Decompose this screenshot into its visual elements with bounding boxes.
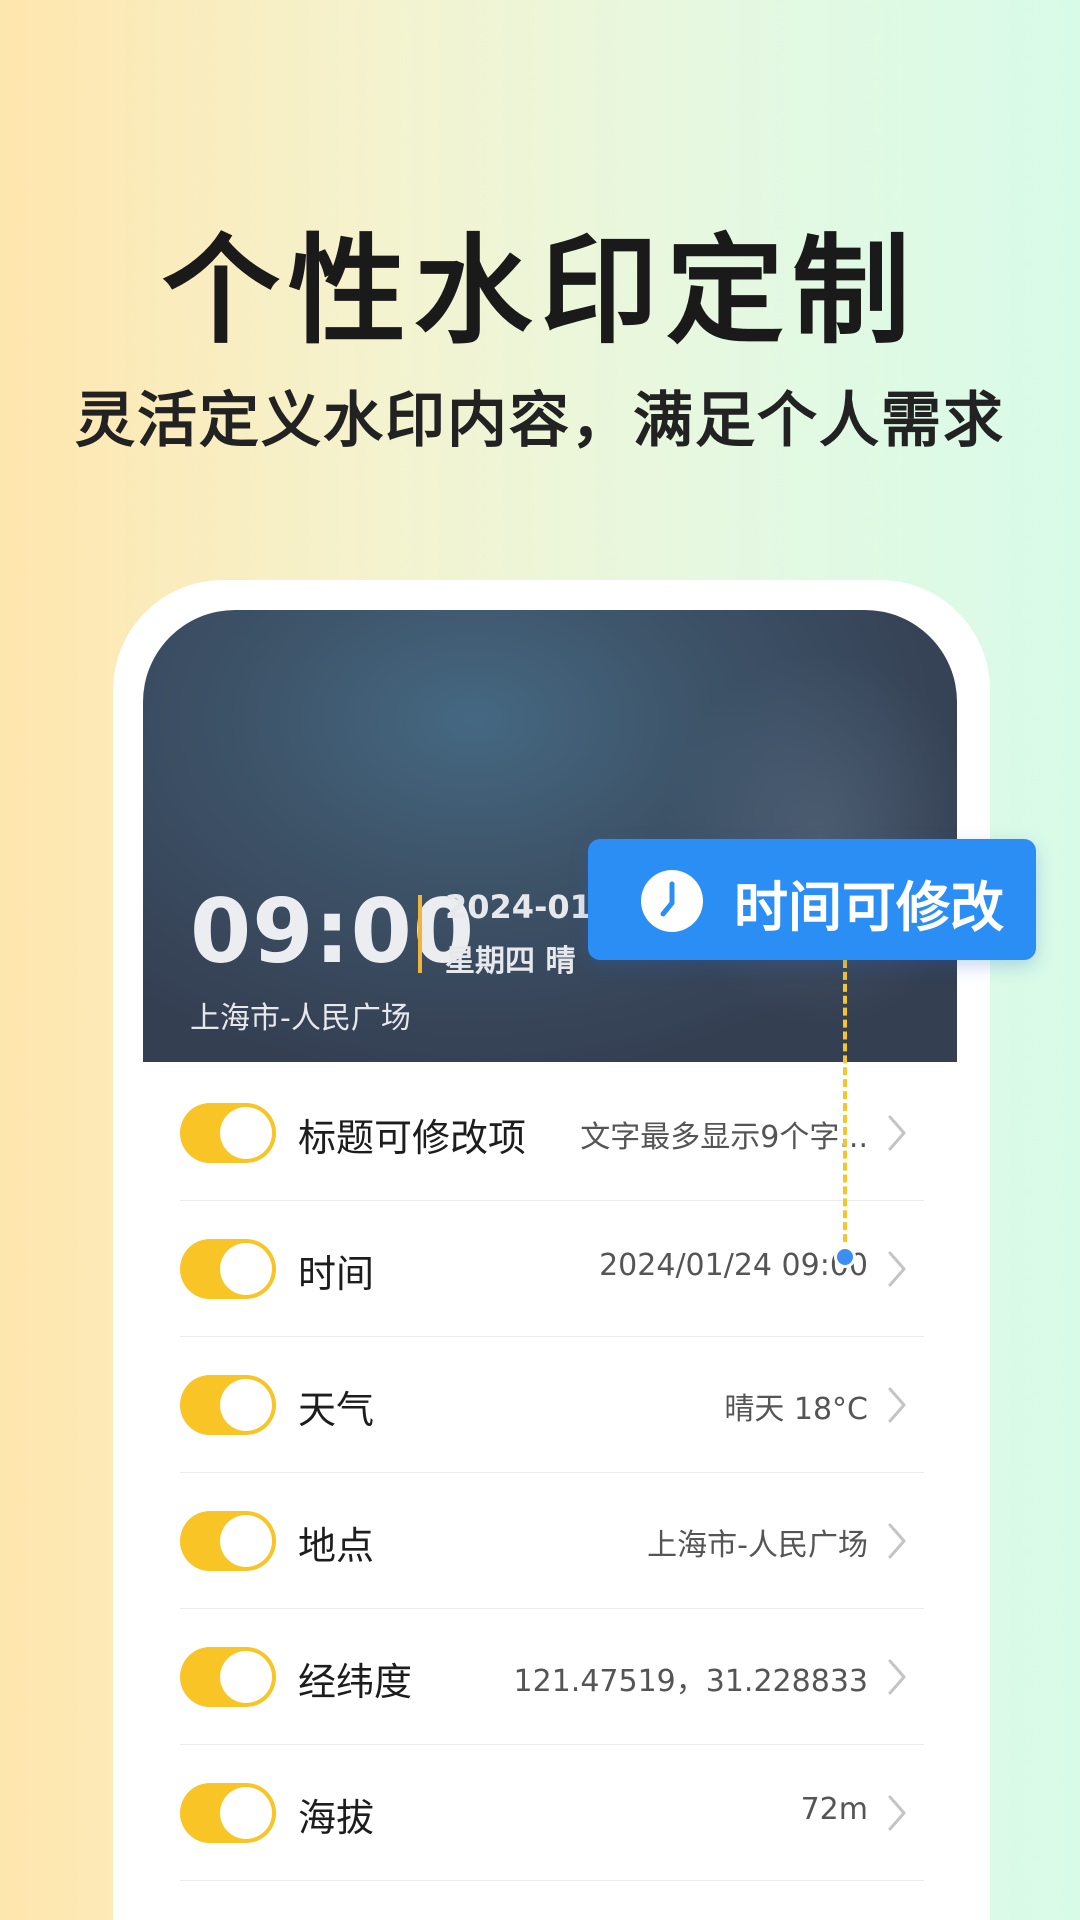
settings-list: 标题可修改项 文字最多显示9个字... 时间 2024/01/24 09:00 … bbox=[180, 1065, 924, 1881]
clock-icon bbox=[641, 870, 703, 932]
row-label: 地点 bbox=[298, 1524, 375, 1568]
toggle-knob bbox=[220, 1651, 272, 1703]
row-value: 晴天 18°C bbox=[724, 1392, 868, 1427]
guide-dot bbox=[834, 1246, 856, 1268]
row-value: 文字最多显示9个字... bbox=[580, 1120, 868, 1155]
toggle-knob bbox=[220, 1107, 272, 1159]
row-label: 经纬度 bbox=[298, 1660, 413, 1704]
tooltip-text: 时间可修改 bbox=[734, 876, 1004, 939]
toggle-knob bbox=[220, 1787, 272, 1839]
settings-row-time[interactable]: 时间 2024/01/24 09:00 bbox=[180, 1201, 924, 1337]
watermark-time: 09:00 bbox=[190, 880, 476, 983]
settings-row-coordinates[interactable]: 经纬度 121.47519，31.228833 bbox=[180, 1609, 924, 1745]
toggle-knob bbox=[220, 1515, 272, 1567]
row-value: 上海市-人民广场 bbox=[647, 1528, 868, 1563]
chevron-right-icon[interactable] bbox=[886, 1657, 908, 1697]
chevron-right-icon[interactable] bbox=[886, 1385, 908, 1425]
watermark-location: 上海市-人民广场 bbox=[190, 1001, 411, 1036]
settings-row-altitude[interactable]: 海拔 72m bbox=[180, 1745, 924, 1881]
toggle-switch[interactable] bbox=[180, 1511, 276, 1571]
promo-headline: 个性水印定制 bbox=[161, 222, 918, 360]
promo-subhead: 灵活定义水印内容，满足个人需求 bbox=[75, 386, 1005, 456]
watermark-preview: 09:00 2024-01-2 星期四 晴 上海市-人民广场 bbox=[143, 610, 957, 1062]
toggle-switch[interactable] bbox=[180, 1783, 276, 1843]
time-editable-tooltip: 时间可修改 bbox=[588, 839, 1036, 960]
toggle-knob bbox=[220, 1243, 272, 1295]
phone-mockup: 09:00 2024-01-2 星期四 晴 上海市-人民广场 标题可修改项 文字… bbox=[113, 580, 990, 1920]
guide-dashed-line bbox=[843, 960, 847, 1254]
row-value: 2024/01/24 09:00 bbox=[599, 1248, 868, 1283]
chevron-right-icon[interactable] bbox=[886, 1249, 908, 1289]
toggle-switch[interactable] bbox=[180, 1239, 276, 1299]
chevron-right-icon[interactable] bbox=[886, 1793, 908, 1833]
settings-row-location[interactable]: 地点 上海市-人民广场 bbox=[180, 1473, 924, 1609]
settings-row-weather[interactable]: 天气 晴天 18°C bbox=[180, 1337, 924, 1473]
chevron-right-icon[interactable] bbox=[886, 1113, 908, 1153]
toggle-knob bbox=[220, 1379, 272, 1431]
row-label: 海拔 bbox=[298, 1796, 375, 1840]
row-value: 121.47519，31.228833 bbox=[513, 1664, 868, 1699]
row-label: 时间 bbox=[298, 1252, 375, 1296]
row-label: 天气 bbox=[298, 1388, 375, 1432]
watermark-divider bbox=[418, 895, 422, 973]
chevron-right-icon[interactable] bbox=[886, 1521, 908, 1561]
watermark-day-weather: 星期四 晴 bbox=[445, 944, 576, 979]
row-label: 标题可修改项 bbox=[298, 1116, 527, 1160]
row-value: 72m bbox=[800, 1792, 868, 1827]
toggle-switch[interactable] bbox=[180, 1647, 276, 1707]
toggle-switch[interactable] bbox=[180, 1375, 276, 1435]
settings-row-title[interactable]: 标题可修改项 文字最多显示9个字... bbox=[180, 1065, 924, 1201]
toggle-switch[interactable] bbox=[180, 1103, 276, 1163]
